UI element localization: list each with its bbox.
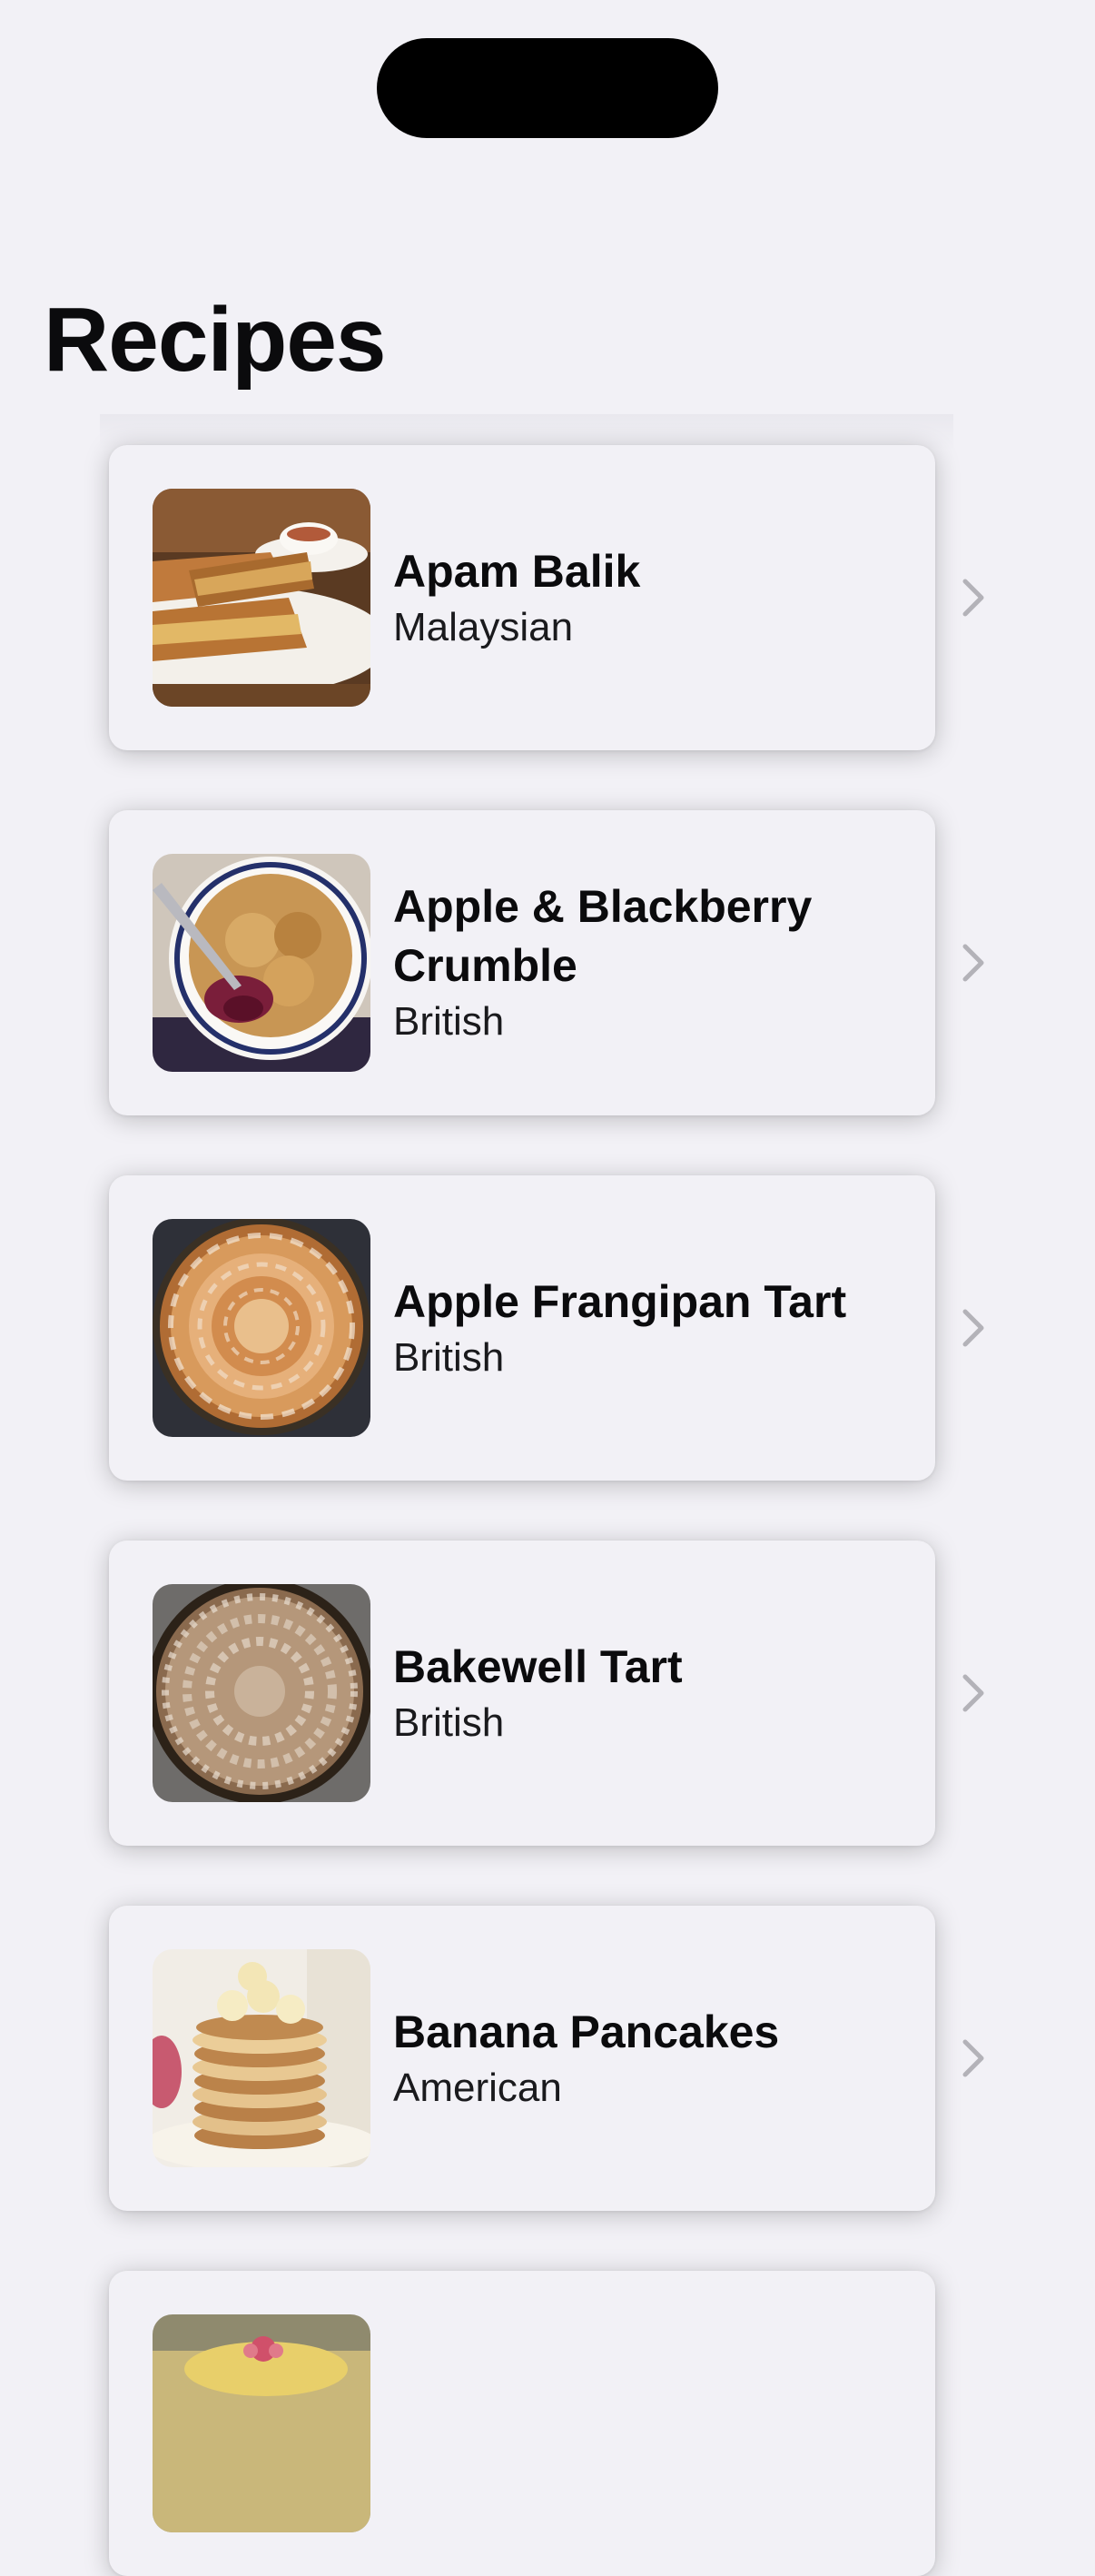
chevron-right-icon <box>962 944 984 982</box>
chevron-right-icon <box>962 1674 984 1712</box>
recipe-thumbnail <box>153 2314 370 2532</box>
recipe-card-apple-frangipan-tart[interactable]: Apple Frangipan Tart British <box>109 1175 935 1481</box>
recipe-card-banana-pancakes[interactable]: Banana Pancakes American <box>109 1906 935 2211</box>
recipe-cuisine: British <box>393 1699 505 1745</box>
chevron-right-icon <box>962 579 984 617</box>
recipe-card-apple-blackberry-crumble[interactable]: Apple & Blackberry Crumble British <box>109 810 935 1115</box>
recipe-name: Banana Pancakes <box>393 2006 780 2057</box>
recipe-thumbnail <box>153 1584 370 1802</box>
recipe-text: Apple Frangipan Tart British <box>393 1175 902 1481</box>
recipe-name: Apam Balik <box>393 545 641 597</box>
recipe-thumbnail <box>153 489 370 707</box>
recipe-name: Apple Frangipan Tart <box>393 1275 847 1327</box>
recipe-card-bakewell-tart[interactable]: Bakewell Tart British <box>109 1541 935 1846</box>
recipe-cuisine: British <box>393 1334 505 1380</box>
chevron-right-icon <box>962 1309 984 1347</box>
recipe-thumbnail <box>153 1949 370 2167</box>
recipe-cuisine: British <box>393 999 505 1044</box>
recipe-list: Apam Balik Malaysian Apple & Blackberry … <box>0 0 1095 2576</box>
recipe-thumbnail <box>153 1219 370 1437</box>
recipe-name: Apple & Blackberry Crumble <box>393 881 813 991</box>
recipe-name: Bakewell Tart <box>393 1640 683 1692</box>
recipe-cuisine: Malaysian <box>393 604 574 649</box>
recipe-text: Banana Pancakes American <box>393 1906 902 2211</box>
recipe-text: Apple & Blackberry Crumble British <box>393 810 902 1115</box>
recipe-text <box>393 2271 902 2576</box>
recipe-thumbnail <box>153 854 370 1072</box>
recipe-text: Bakewell Tart British <box>393 1541 902 1846</box>
recipe-cuisine: American <box>393 2065 562 2110</box>
recipe-card-partial[interactable] <box>109 2271 935 2576</box>
recipe-card-apam-balik[interactable]: Apam Balik Malaysian <box>109 445 935 750</box>
chevron-right-icon <box>962 2039 984 2077</box>
recipe-text: Apam Balik Malaysian <box>393 445 902 750</box>
